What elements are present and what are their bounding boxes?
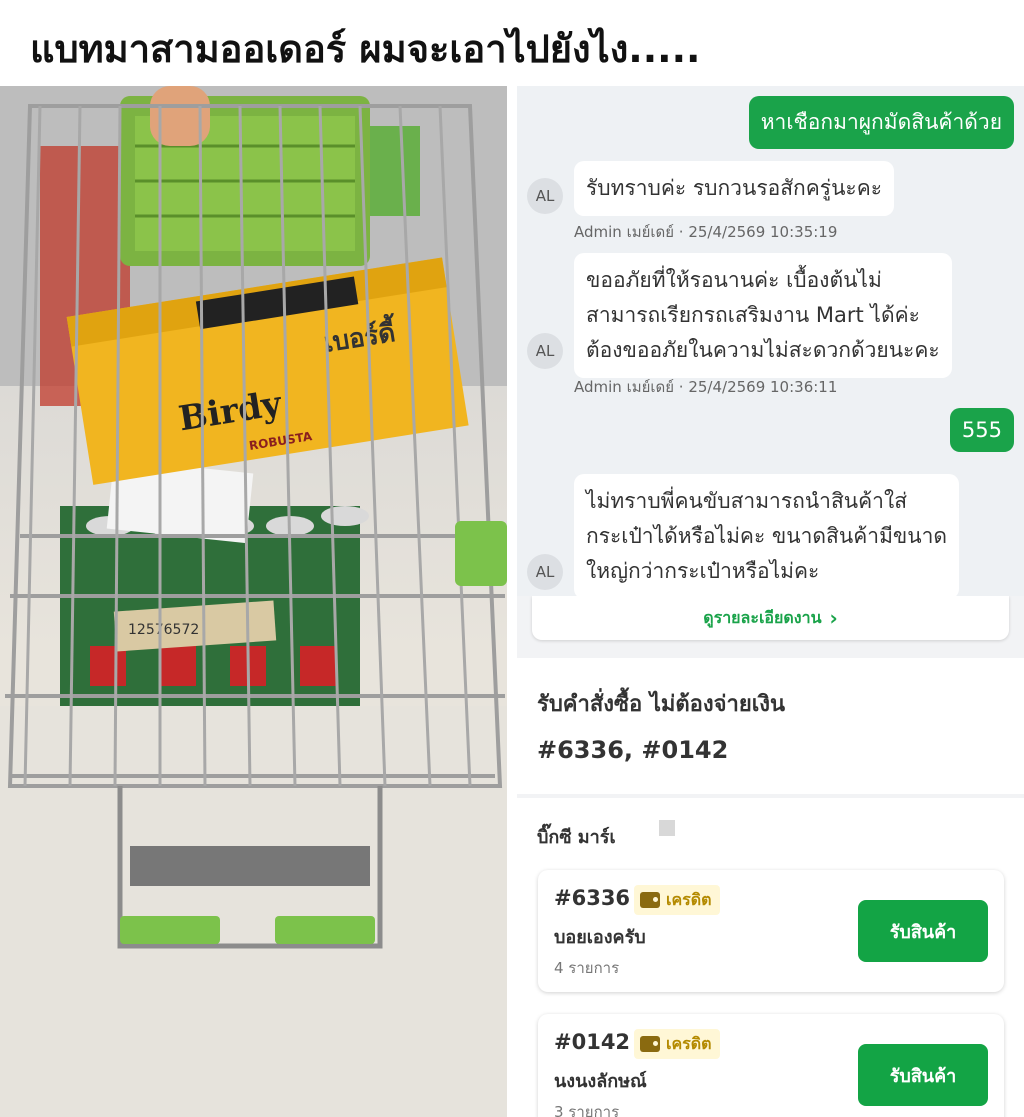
detail-link-label: ดูรายละเอียดงาน — [703, 607, 822, 627]
order-summary: รับคำสั่งซื้อ ไม่ต้องจ่ายเงิน #6336, #01… — [517, 658, 1024, 794]
chat-message-incoming: ขออภัยที่ให้รอนานค่ะ เบื้องต้นไม่ สามารถ… — [574, 253, 952, 378]
admin-avatar: AL — [527, 178, 563, 214]
cart-photo: 12576572 Birdy เบอร์ดี้ ROBUSTA — [0, 86, 507, 1117]
customer-name: นงนงลักษณ์ — [554, 1071, 647, 1092]
chat-panel: หาเชือกมาผูกมัดสินค้าด้วย AL รับทราบค่ะ … — [517, 86, 1024, 596]
order-id: #6336 — [554, 886, 631, 910]
credit-badge: เครดิต — [634, 1029, 720, 1059]
message-line: กระเป๋าได้หรือไม่คะ ขนาดสินค้ามีขนาด — [586, 524, 948, 548]
cart-illustration: 12576572 Birdy เบอร์ดี้ ROBUSTA — [0, 86, 507, 1117]
message-line: ไม่ทราบพี่คนขับสามารถนำสินค้าใส่ — [586, 489, 908, 513]
message-meta: Admin เมย์เดย์ · 25/4/2569 10:35:19 — [574, 223, 838, 241]
store-redaction — [659, 820, 675, 836]
orders-panel: ดูรายละเอียดงาน › รับคำสั่งซื้อ ไม่ต้องจ… — [517, 596, 1024, 1117]
chat-message-outgoing: 555 — [949, 408, 1014, 452]
post-headline: แบทมาสามออเดอร์ ผมจะเอาไปยังไง..... — [30, 27, 701, 71]
item-count: 3 รายการ — [554, 1103, 620, 1117]
order-numbers: #6336, #0142 — [537, 736, 729, 764]
order-card[interactable]: #0142 เครดิต นงนงลักษณ์ 3 รายการ รับสินค… — [538, 1014, 1004, 1117]
wallet-icon — [640, 1036, 660, 1052]
chat-message-outgoing: หาเชือกมาผูกมัดสินค้าด้วย — [748, 96, 1014, 149]
order-id: #0142 — [554, 1030, 631, 1054]
customer-name: บอยเองครับ — [554, 927, 646, 948]
message-meta: Admin เมย์เดย์ · 25/4/2569 10:36:11 — [574, 378, 838, 396]
receive-goods-button[interactable]: รับสินค้า — [858, 1044, 988, 1106]
chevron-right-icon: › — [829, 606, 838, 630]
receive-goods-button[interactable]: รับสินค้า — [858, 900, 988, 962]
store-row: บิ๊กซี มาร์เ — [517, 798, 1024, 858]
admin-avatar: AL — [527, 554, 563, 590]
message-line: ต้องขออภัยในความไม่สะดวกด้วยนะคะ — [586, 338, 940, 362]
message-line: สามารถเรียกรถเสริมงาน Mart ได้ค่ะ — [586, 303, 920, 327]
receipt-code: 12576572 — [128, 622, 199, 638]
credit-badge-label: เครดิต — [666, 889, 712, 909]
view-job-details-link[interactable]: ดูรายละเอียดงาน › — [532, 596, 1009, 640]
store-name: บิ๊กซี มาร์เ — [537, 827, 616, 848]
credit-badge: เครดิต — [634, 885, 720, 915]
order-title: รับคำสั่งซื้อ ไม่ต้องจ่ายเงิน — [537, 692, 786, 717]
admin-avatar: AL — [527, 333, 563, 369]
message-line: ขออภัยที่ให้รอนานค่ะ เบื้องต้นไม่ — [586, 268, 882, 292]
chat-message-incoming: ไม่ทราบพี่คนขับสามารถนำสินค้าใส่ กระเป๋า… — [574, 474, 960, 596]
item-count: 4 รายการ — [554, 959, 620, 977]
order-card[interactable]: #6336 เครดิต บอยเองครับ 4 รายการ รับสินค… — [538, 870, 1004, 992]
credit-badge-label: เครดิต — [666, 1033, 712, 1053]
chat-message-incoming: รับทราบค่ะ รบกวนรอสักครู่นะคะ — [574, 161, 895, 216]
message-line: ใหญ่กว่ากระเป๋าหรือไม่คะ — [586, 559, 820, 583]
wallet-icon — [640, 892, 660, 908]
